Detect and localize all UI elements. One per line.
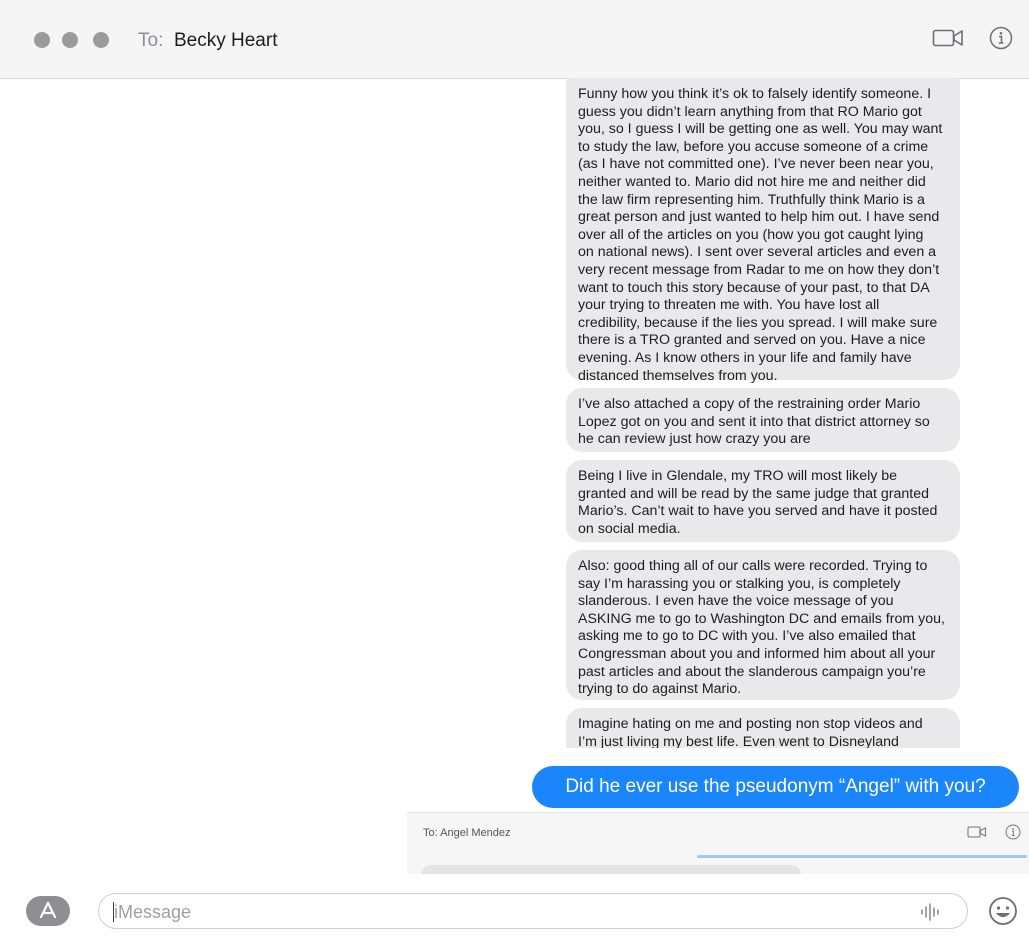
- embedded-recipient-label: To: Angel Mendez: [423, 827, 511, 839]
- close-window-button[interactable]: [34, 32, 50, 48]
- zoom-window-button[interactable]: [93, 32, 109, 48]
- video-call-icon-small: [967, 825, 987, 844]
- received-message: Funny how you think it’s ok to falsely i…: [566, 78, 960, 384]
- embedded-screenshot: To: Angel Mendez: [407, 812, 1029, 875]
- received-message: I’ve also attached a copy of the restrai…: [566, 388, 960, 452]
- sent-message: Did he ever use the pseudonym “Angel” wi…: [532, 766, 1019, 808]
- to-label: To:: [138, 30, 164, 51]
- audio-waveform-icon[interactable]: [920, 902, 942, 927]
- info-icon[interactable]: [989, 26, 1013, 55]
- emoji-icon[interactable]: [988, 896, 1018, 931]
- cropped-message-container: Imagine hating on me and posting non sto…: [566, 708, 960, 748]
- embedded-sent-bubble-edge: [697, 855, 1027, 858]
- info-icon-small: [1005, 824, 1021, 845]
- conversation-header: To: Becky Heart: [0, 0, 1029, 79]
- received-message: Also: good thing all of our calls were r…: [566, 550, 960, 700]
- message-input-placeholder: iMessage: [114, 902, 192, 922]
- received-message: Imagine hating on me and posting non sto…: [566, 708, 960, 748]
- app-store-icon[interactable]: [26, 896, 70, 926]
- minimize-window-button[interactable]: [62, 32, 78, 48]
- message-input[interactable]: [98, 893, 968, 929]
- video-call-icon[interactable]: [932, 26, 964, 55]
- received-message: Being I live in Glendale, my TRO will mo…: [566, 460, 960, 542]
- recipient-name[interactable]: Becky Heart: [174, 30, 277, 52]
